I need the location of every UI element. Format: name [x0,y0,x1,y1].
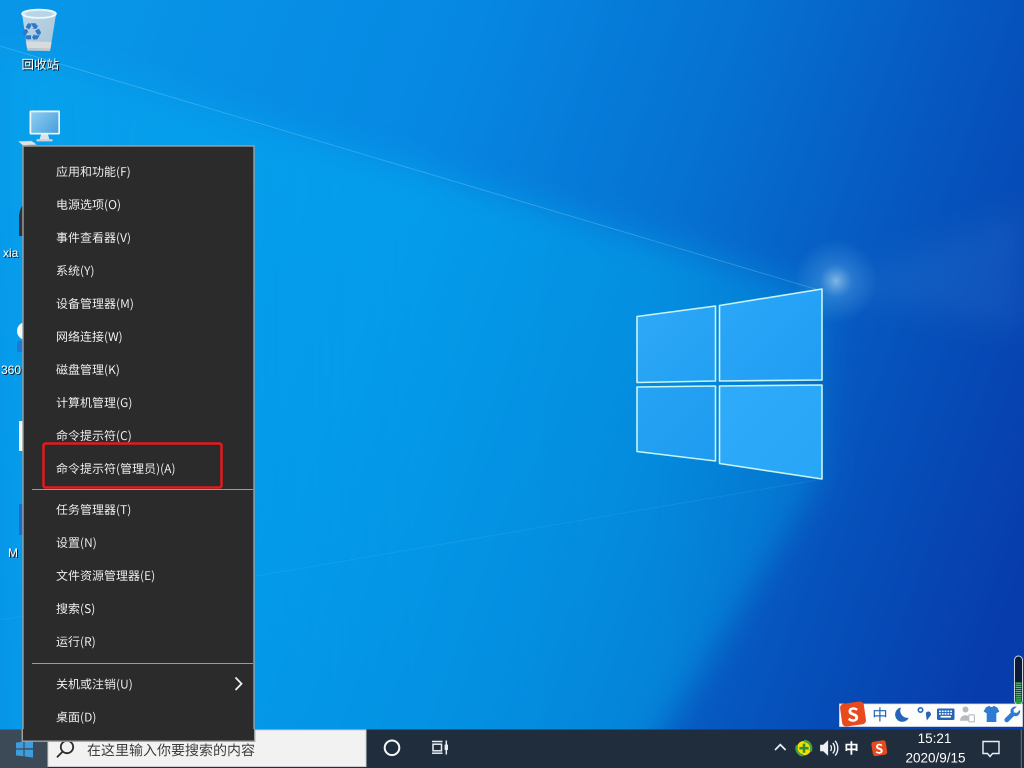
svg-text:360: 360 [1,363,21,377]
svg-text:xia: xia [3,246,19,260]
svg-text:2020/9/15: 2020/9/15 [905,751,965,766]
svg-text:M: M [8,546,18,560]
svg-text:15:21: 15:21 [918,731,952,746]
